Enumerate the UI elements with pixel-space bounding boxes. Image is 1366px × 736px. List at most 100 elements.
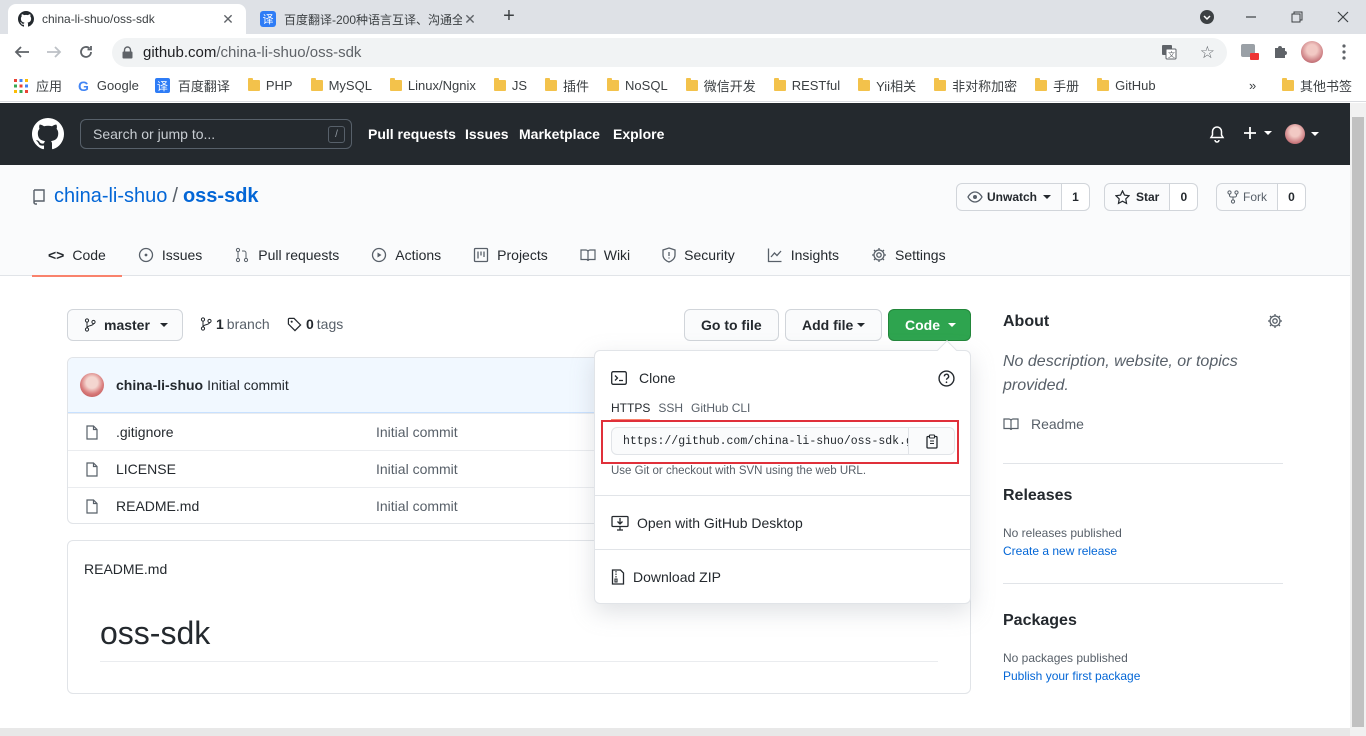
- extensions-puzzle-icon[interactable]: [1268, 40, 1292, 64]
- github-search-input[interactable]: Search or jump to... /: [80, 119, 352, 149]
- reload-icon[interactable]: [74, 40, 98, 64]
- tab-code[interactable]: <> Code: [32, 233, 122, 277]
- github-logo-icon[interactable]: [32, 118, 64, 150]
- avatar[interactable]: [80, 373, 104, 397]
- bookmark-restful[interactable]: RESTful: [773, 78, 840, 93]
- vertical-scrollbar[interactable]: [1350, 103, 1366, 736]
- folder-icon: [773, 78, 786, 91]
- user-menu-avatar[interactable]: [1285, 124, 1319, 144]
- repo-owner-link[interactable]: china-li-shuo: [54, 185, 167, 208]
- tab-title: china-li-shuo/oss-sdk: [42, 12, 155, 26]
- readme-link[interactable]: Readme: [1003, 416, 1084, 432]
- readme-filename[interactable]: README.md: [84, 561, 167, 577]
- tab-actions[interactable]: Actions: [355, 233, 457, 276]
- divider: [1003, 463, 1283, 464]
- bookmark-apps[interactable]: 应用: [14, 76, 62, 95]
- bookmark-yii[interactable]: Yii相关: [858, 76, 916, 95]
- help-question-icon[interactable]: [938, 370, 955, 387]
- bookmark-wechat[interactable]: 微信开发: [685, 76, 756, 95]
- bookmark-baidu-translate[interactable]: 译 百度翻译: [154, 76, 230, 95]
- watchers-count[interactable]: 1: [1062, 183, 1091, 211]
- minimize-icon[interactable]: [1228, 0, 1274, 34]
- other-bookmarks[interactable]: 其他书签: [1282, 76, 1352, 95]
- bookmark-js[interactable]: JS: [493, 78, 527, 93]
- browser-tab-github[interactable]: china-li-shuo/oss-sdk ✕: [8, 4, 246, 34]
- forks-count[interactable]: 0: [1278, 183, 1306, 211]
- download-zip-button[interactable]: Download ZIP: [595, 549, 970, 603]
- file-commit-message[interactable]: Initial commit: [376, 498, 458, 514]
- bookmark-crypto[interactable]: 非对称加密: [934, 76, 1017, 95]
- new-tab-button[interactable]: +: [500, 6, 518, 26]
- releases-title[interactable]: Releases: [1003, 487, 1072, 505]
- file-name[interactable]: .gitignore: [116, 424, 174, 440]
- bookmark-plugins[interactable]: 插件: [545, 76, 589, 95]
- tab-insights[interactable]: Insights: [751, 233, 855, 276]
- tab-close-icon[interactable]: ✕: [462, 11, 478, 28]
- restore-icon[interactable]: [1274, 0, 1320, 34]
- gear-icon[interactable]: [1267, 313, 1283, 329]
- repo-nav-tabs: <> Code Issues Pull requests Actions Pro…: [32, 233, 962, 277]
- stars-count[interactable]: 0: [1170, 183, 1199, 211]
- chrome-menu-icon[interactable]: [1332, 40, 1356, 64]
- file-commit-message[interactable]: Initial commit: [376, 424, 458, 440]
- add-file-label: Add file: [802, 317, 854, 333]
- bookmark-linux[interactable]: Linux/Ngnix: [389, 78, 476, 93]
- file-commit-message[interactable]: Initial commit: [376, 461, 458, 477]
- unwatch-button[interactable]: Unwatch: [956, 183, 1063, 211]
- close-window-icon[interactable]: [1320, 0, 1366, 34]
- nav-marketplace[interactable]: Marketplace: [519, 103, 600, 165]
- file-name[interactable]: README.md: [116, 498, 199, 514]
- bookmark-github[interactable]: GitHub: [1097, 78, 1156, 93]
- create-release-link[interactable]: Create a new release: [1003, 544, 1117, 558]
- star-button[interactable]: Star: [1104, 183, 1171, 211]
- branches-link[interactable]: 1 branch: [200, 316, 270, 332]
- clone-protocol-tabs: HTTPS SSH GitHub CLI: [611, 401, 758, 421]
- tab-https[interactable]: HTTPS: [611, 401, 651, 421]
- commit-message[interactable]: Initial commit: [207, 377, 289, 393]
- tab-label: Security: [684, 246, 735, 263]
- tab-issues[interactable]: Issues: [122, 233, 218, 276]
- nav-explore[interactable]: Explore: [613, 103, 664, 165]
- go-to-file-button[interactable]: Go to file: [684, 309, 779, 341]
- tab-github-cli[interactable]: GitHub CLI: [691, 401, 750, 421]
- tab-wiki[interactable]: Wiki: [564, 233, 646, 276]
- file-name[interactable]: LICENSE: [116, 461, 176, 477]
- tab-projects[interactable]: Projects: [457, 233, 564, 276]
- bookmark-manual[interactable]: 手册: [1035, 76, 1079, 95]
- fork-button[interactable]: Fork: [1216, 183, 1278, 211]
- bookmarks-overflow-button[interactable]: »: [1249, 78, 1256, 93]
- branch-select-button[interactable]: master: [67, 309, 183, 341]
- tab-search-icon[interactable]: [1184, 0, 1230, 34]
- bookmark-star-icon[interactable]: ☆: [1200, 43, 1215, 63]
- publish-package-link[interactable]: Publish your first package: [1003, 669, 1140, 683]
- back-icon[interactable]: [10, 40, 34, 64]
- add-file-button[interactable]: Add file: [785, 309, 883, 341]
- repo-name-link[interactable]: oss-sdk: [183, 185, 259, 208]
- bookmark-google[interactable]: G Google: [78, 78, 139, 94]
- scrollbar-thumb[interactable]: [1352, 117, 1364, 727]
- notifications-bell-icon[interactable]: [1209, 126, 1225, 143]
- bookmark-php[interactable]: PHP: [247, 78, 293, 93]
- bookmark-nosql[interactable]: NoSQL: [607, 78, 668, 93]
- address-bar[interactable]: github.com/china-li-shuo/oss-sdk 文 ☆: [112, 38, 1227, 67]
- bookmark-mysql[interactable]: MySQL: [310, 78, 372, 93]
- tab-ssh[interactable]: SSH: [658, 401, 683, 421]
- commit-author[interactable]: china-li-shuo: [116, 377, 203, 393]
- tab-close-icon[interactable]: ✕: [220, 11, 236, 28]
- create-new-plus-icon[interactable]: [1242, 125, 1272, 141]
- bookmark-label: GitHub: [1115, 78, 1156, 93]
- extension-notification-icon[interactable]: [1238, 40, 1262, 64]
- tab-settings[interactable]: Settings: [855, 233, 962, 276]
- profile-avatar[interactable]: [1300, 40, 1324, 64]
- code-button[interactable]: Code: [888, 309, 971, 341]
- tab-pull-requests[interactable]: Pull requests: [218, 233, 355, 276]
- translate-icon[interactable]: 文: [1161, 44, 1177, 60]
- browser-tab-baidu[interactable]: 译 百度翻译-200种语言互译、沟通全 ✕: [250, 4, 488, 34]
- tags-link[interactable]: 0 tags: [287, 316, 343, 332]
- forward-icon[interactable]: [42, 40, 66, 64]
- nav-pull-requests[interactable]: Pull requests: [368, 103, 456, 165]
- open-desktop-button[interactable]: Open with GitHub Desktop: [595, 495, 970, 549]
- tab-security[interactable]: Security: [646, 233, 751, 276]
- packages-title[interactable]: Packages: [1003, 612, 1077, 630]
- nav-issues[interactable]: Issues: [465, 103, 509, 165]
